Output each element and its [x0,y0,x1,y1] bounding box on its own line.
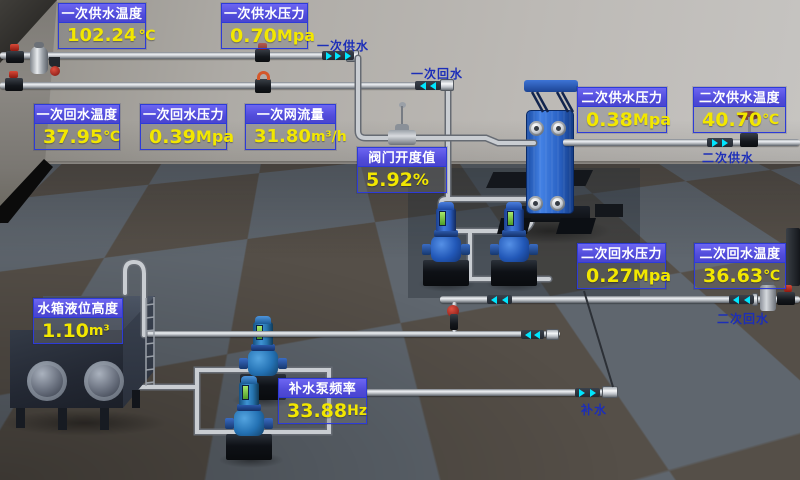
data-box-primary-return-pressure: 一次回水压力 0.39Mpa [140,104,227,150]
label-primary-return: 一次回水 [411,65,463,82]
ball-valve[interactable] [6,51,24,63]
box-value-row: 31.80m³/h [246,124,335,149]
box-title: 二次回水压力 [578,244,665,263]
sensor-leader-line [584,291,613,387]
box-value: 33.88 [287,400,347,422]
box-value: 40.70 [702,109,762,131]
box-value: 36.63 [703,265,763,287]
strainer-pot[interactable] [30,46,48,74]
box-value-row: 0.27Mpa [578,263,665,288]
box-title: 一次供水温度 [59,4,145,23]
valve-handle [257,71,270,80]
flow-arrows [729,295,754,304]
data-box-valve-opening: 阀门开度值 5.92% [357,147,447,193]
box-value: 1.10 [42,320,89,342]
label-secondary-return: 二次回水 [717,310,769,327]
box-title: 一次回水温度 [35,105,119,124]
flow-arrows [707,138,733,147]
box-value-row: 36.63℃ [695,263,785,288]
box-title: 一次网流量 [246,105,335,124]
box-value: 0.39 [149,126,196,148]
hmi-heat-station-screen: 一次供水 一次回水 二次供水 二次回水 补水 一次供水温度 102.24℃ 一次… [0,0,800,480]
box-value: 0.27 [586,265,633,287]
box-unit: ℃ [762,112,779,128]
box-value-row: 5.92% [358,167,446,192]
return-valve[interactable] [777,292,795,305]
valve-red-cap [9,71,18,78]
data-box-primary-supply-temp: 一次供水温度 102.24℃ [58,3,146,49]
box-value: 102.24 [67,25,136,46]
box-unit: Hz [347,403,367,419]
flow-arrows [575,388,600,397]
pipe-runs-over [0,0,800,480]
data-box-primary-flow: 一次网流量 31.80m³/h [245,104,336,150]
box-title: 阀门开度值 [358,148,446,167]
box-title: 一次供水压力 [222,4,307,23]
data-box-secondary-supply-pressure: 二次供水压力 0.38Mpa [577,87,667,133]
box-unit: m³ [89,323,110,339]
exchanger-tie-rods [532,92,573,112]
box-title: 水箱液位高度 [34,299,122,318]
box-unit: m³/h [311,129,347,145]
box-unit: Mpa [633,266,671,285]
label-secondary-supply: 二次供水 [702,149,754,166]
drain-valve[interactable] [50,66,60,76]
label-primary-supply: 一次供水 [317,37,369,54]
data-box-secondary-return-temp: 二次回水温度 36.63℃ [694,243,786,289]
valve-red-cap [10,44,19,51]
box-value-row: 1.10m³ [34,318,122,343]
branch-valve-body [450,314,458,330]
box-title: 二次回水温度 [695,244,785,263]
data-box-primary-return-temp: 一次回水温度 37.95℃ [34,104,120,150]
box-unit: Mpa [277,26,315,45]
data-box-secondary-supply-temp: 二次供水温度 40.70℃ [693,87,786,133]
box-unit: ℃ [103,129,120,145]
box-value: 37.95 [43,126,103,148]
ball-valve[interactable] [5,78,23,91]
strainer-cap [34,42,44,48]
flow-arrows [415,81,441,90]
flow-arrows [521,330,544,339]
box-value-row: 40.70℃ [694,107,785,132]
box-unit: Mpa [196,127,234,146]
flow-arrows [487,295,512,304]
box-unit: Mpa [633,110,671,129]
box-value-row: 0.70Mpa [222,23,307,48]
box-title: 二次供水温度 [694,88,785,107]
gate-valve[interactable] [740,133,758,147]
box-unit: ℃ [138,28,155,44]
data-box-tank-level: 水箱液位高度 1.10m³ [33,298,123,344]
box-title: 补水泵频率 [279,379,366,398]
data-box-primary-supply-pressure: 一次供水压力 0.70Mpa [221,3,308,49]
box-value-row: 33.88Hz [279,398,366,423]
box-title: 一次回水压力 [141,105,226,124]
box-value-row: 102.24℃ [59,23,145,48]
data-box-makeup-pump-freq: 补水泵频率 33.88Hz [278,378,367,424]
box-value: 0.70 [230,25,277,47]
box-unit: ℃ [763,268,780,284]
box-value-row: 0.38Mpa [578,107,666,132]
data-box-secondary-return-pressure: 二次回水压力 0.27Mpa [577,243,666,289]
box-value-row: 0.39Mpa [141,124,226,149]
control-valve[interactable] [388,130,416,145]
label-makeup: 补水 [581,401,607,418]
box-value: 5.92 [366,169,413,191]
box-value: 0.38 [586,109,633,131]
box-title: 二次供水压力 [578,88,666,107]
butterfly-valve[interactable] [255,79,271,93]
butterfly-valve[interactable] [255,49,270,62]
box-unit: % [413,170,429,189]
box-value: 31.80 [254,126,311,147]
box-value-row: 37.95℃ [35,124,119,149]
